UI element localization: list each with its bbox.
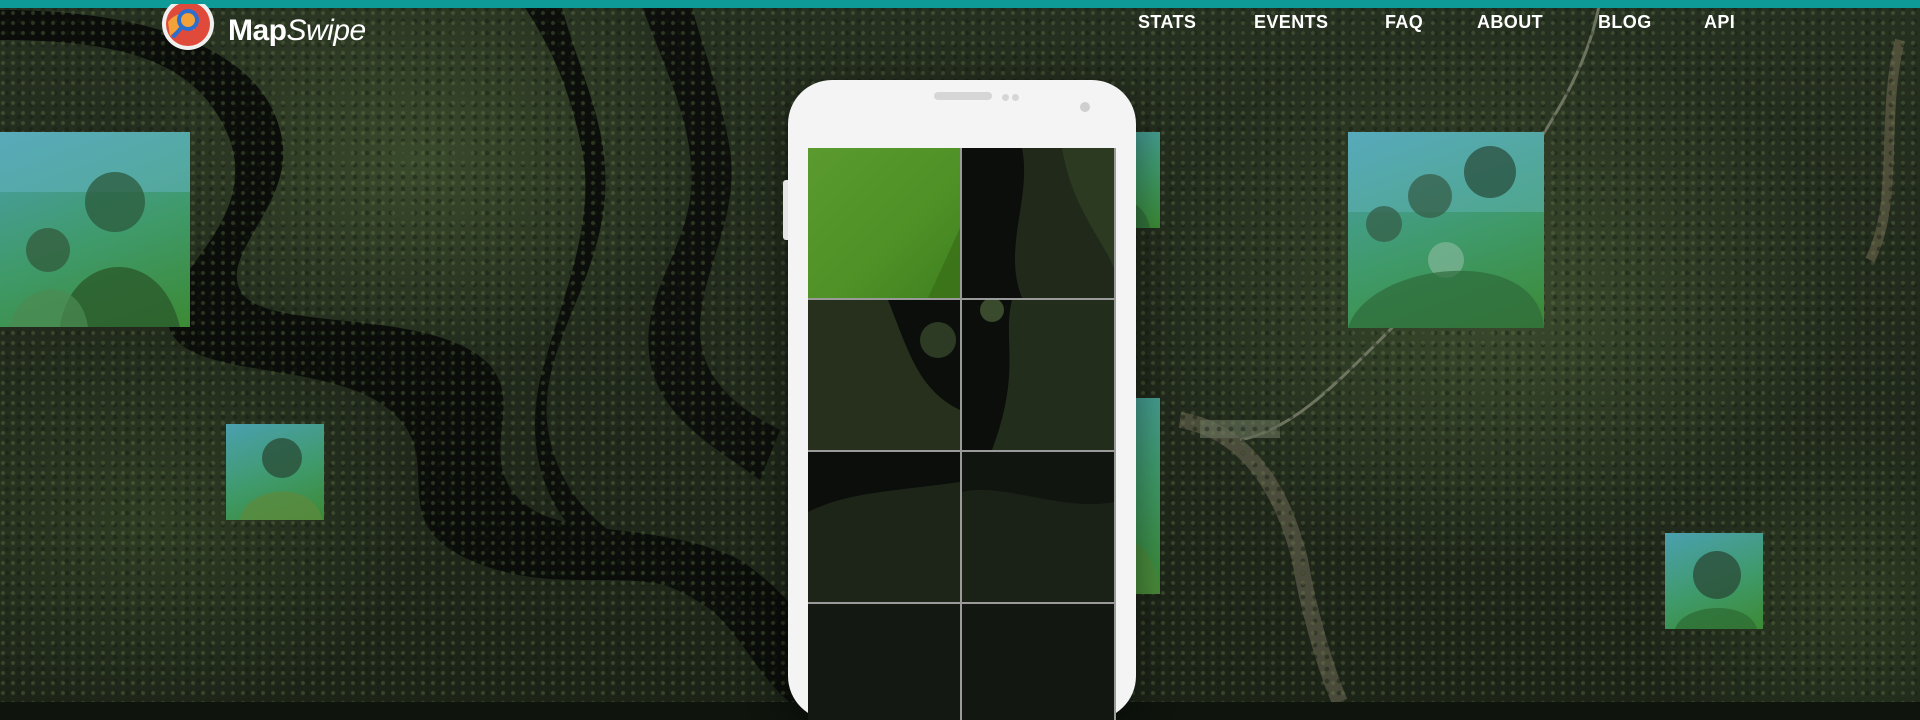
- logo-wordmark: MapSwipe: [228, 14, 366, 47]
- map-tile[interactable]: [808, 452, 960, 602]
- nav-events[interactable]: EVENTS: [1254, 12, 1328, 33]
- volunteer-photo: [1665, 533, 1763, 629]
- phone-camera: [1080, 102, 1090, 112]
- nav-api[interactable]: API: [1704, 12, 1735, 33]
- volunteer-photo: [1348, 132, 1544, 328]
- map-tile[interactable]: [808, 604, 960, 720]
- phone-side-button: [783, 180, 788, 240]
- phone-sensor: [1012, 94, 1019, 101]
- nav-blog[interactable]: BLOG: [1598, 12, 1652, 33]
- phone-speaker: [934, 92, 992, 100]
- phone-screen: [808, 148, 1116, 720]
- phone-mockup: [783, 80, 1136, 720]
- nav-about[interactable]: ABOUT: [1477, 12, 1543, 33]
- map-tile[interactable]: [962, 148, 1114, 298]
- nav-stats[interactable]: STATS: [1138, 12, 1196, 33]
- map-tile[interactable]: [962, 300, 1114, 450]
- map-tile[interactable]: [808, 300, 960, 450]
- volunteer-photo: [0, 132, 190, 327]
- logo[interactable]: MapSwipe: [154, 0, 366, 58]
- volunteer-photo: [226, 424, 324, 520]
- magnifier-pin-icon: [154, 0, 218, 58]
- phone-sensor: [1002, 94, 1009, 101]
- map-tile[interactable]: [962, 452, 1114, 602]
- map-tile[interactable]: [962, 604, 1114, 720]
- nav-faq[interactable]: FAQ: [1385, 12, 1423, 33]
- map-tile-selected[interactable]: [808, 148, 960, 298]
